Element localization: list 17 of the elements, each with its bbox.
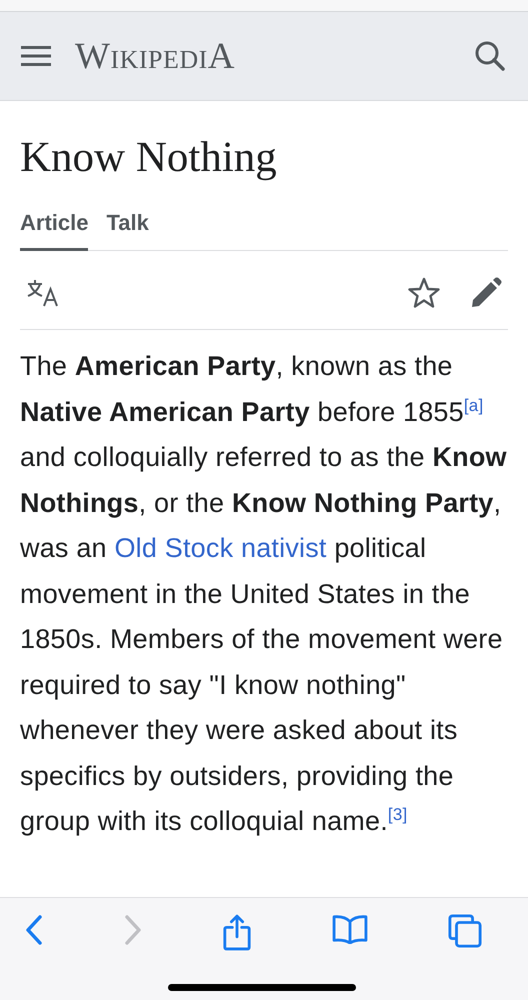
share-icon[interactable] [222, 914, 252, 952]
tab[interactable]: Article [20, 210, 88, 251]
article-paragraph: The American Party, known as the Native American Party before 1855$^{[a]}$ and colloquially referred to as the Know Nothings, or the Know Nothing Party, was an Old Stock nativist political movement in the United States in the 1850s. Members of the movement were required to say "I know nothing" whenever they were asked about its specifics by outsiders, providing the group with its colloquial name.$^{[3]}$ [20, 350, 508, 838]
reference-link[interactable]: [a] [464, 396, 484, 414]
back-icon[interactable] [24, 914, 44, 946]
menu-icon[interactable] [21, 44, 51, 68]
reference-link[interactable]: [3] [388, 805, 408, 824]
article-link[interactable]: Old Stock nativist [114, 533, 327, 563]
translate-icon[interactable] [26, 279, 60, 307]
search-icon[interactable] [474, 40, 506, 72]
tab[interactable]: Talk [106, 210, 149, 251]
article-title: Know Nothing [20, 133, 278, 182]
star-icon[interactable] [408, 277, 440, 309]
pencil-icon[interactable] [470, 277, 502, 309]
tabs-icon[interactable] [448, 914, 482, 948]
wikipedia-logo[interactable]: WikipediA [75, 34, 236, 78]
book-icon[interactable] [331, 914, 369, 944]
